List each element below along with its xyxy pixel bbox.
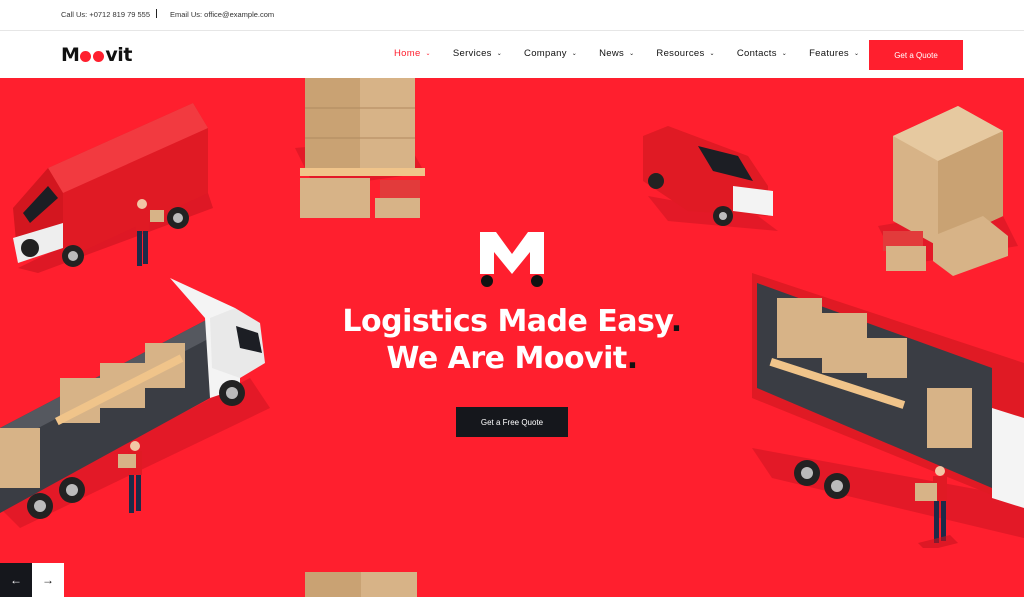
chevron-down-icon: ⌄ xyxy=(571,51,578,57)
nav-item-company[interactable]: Company ⌄ xyxy=(524,48,577,59)
logo-text-end: vit xyxy=(105,44,132,66)
chevron-down-icon: ⌄ xyxy=(496,51,503,57)
chevron-down-icon: ⌄ xyxy=(853,51,860,57)
nav-label: Resources xyxy=(656,48,705,59)
chevron-down-icon: ⌄ xyxy=(781,51,788,57)
get-a-quote-button[interactable]: Get a Quote xyxy=(869,40,963,70)
pallet-stack-illustration xyxy=(878,106,1018,276)
hero-slider: Logistics Made Easy. We Are Moovit. Get … xyxy=(0,78,1024,597)
hero-line2-text: We Are Moovit xyxy=(386,341,627,376)
nav-label: Contacts xyxy=(736,48,777,59)
main-nav: Home ⌄ Services ⌄ Company ⌄ News ⌄ Resources… xyxy=(394,48,881,59)
chevron-down-icon: ⌄ xyxy=(425,51,431,57)
hero-line1-text: Logistics Made Easy xyxy=(342,304,671,339)
hero-headline-line2: We Are Moovit. xyxy=(0,341,1024,376)
slider-prev-arrow-icon[interactable]: ← xyxy=(0,563,32,597)
worker-with-box-illustration xyxy=(915,466,958,548)
worker-carrying-box-illustration xyxy=(118,441,142,513)
call-us-text[interactable]: Call Us: +0712 819 79 555 xyxy=(61,10,150,19)
moovit-m-icon xyxy=(480,232,544,287)
nav-label: Features xyxy=(809,48,849,59)
email-us-text[interactable]: Email Us: office@example.com xyxy=(170,10,274,19)
nav-label: Services xyxy=(452,48,492,59)
nav-item-resources[interactable]: Resources ⌄ xyxy=(656,48,714,59)
slider-next-arrow-icon[interactable]: → xyxy=(32,563,64,597)
nav-item-features[interactable]: Features ⌄ xyxy=(809,48,859,59)
hero-period: . xyxy=(670,304,682,339)
nav-item-home[interactable]: Home ⌄ xyxy=(394,48,431,59)
moovit-logo[interactable]: Mvit xyxy=(61,44,132,66)
nav-label: Company xyxy=(524,48,567,59)
red-van-illustration xyxy=(13,103,213,273)
nav-label: Home xyxy=(394,48,421,59)
nav-item-contacts[interactable]: Contacts ⌄ xyxy=(737,48,787,59)
hero-period: . xyxy=(626,341,638,376)
top-contact-bar: Call Us: +0712 819 79 555 Email Us: offi… xyxy=(0,0,1024,31)
boxes-pallet-illustration xyxy=(295,78,425,218)
logo-dot-icon xyxy=(80,50,92,62)
chevron-down-icon: ⌄ xyxy=(709,51,715,57)
main-header: Mvit Home ⌄ Services ⌄ Company ⌄ News ⌄ Reso… xyxy=(0,31,1024,78)
nav-item-services[interactable]: Services ⌄ xyxy=(453,48,502,59)
courier-person-illustration xyxy=(136,199,164,266)
chevron-down-icon: ⌄ xyxy=(629,51,635,57)
bottom-boxes-illustration xyxy=(305,572,417,597)
hero-headline-line1: Logistics Made Easy. xyxy=(0,304,1024,339)
nav-label: News xyxy=(599,48,625,59)
nav-item-news[interactable]: News ⌄ xyxy=(599,48,634,59)
logo-text-start: M xyxy=(61,44,80,66)
get-free-quote-button[interactable]: Get a Free Quote xyxy=(456,407,568,437)
small-red-van-illustration xyxy=(643,126,778,231)
logo-dot-icon xyxy=(93,50,105,62)
topbar-divider xyxy=(156,9,157,18)
